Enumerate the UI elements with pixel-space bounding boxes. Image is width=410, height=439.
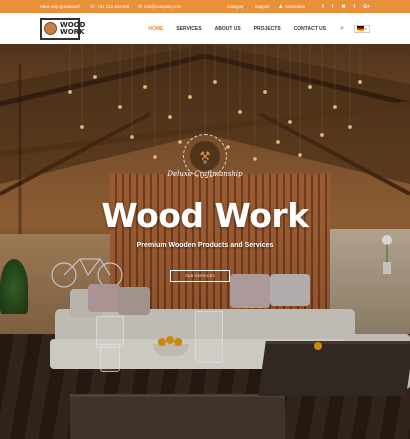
google-plus-icon[interactable]: G+ — [363, 4, 370, 10]
hero-title: Wood Work — [101, 196, 309, 235]
hammer-saw-icon: ⚒ — [190, 141, 220, 171]
facebook-icon[interactable]: f — [322, 4, 324, 10]
badge-title: Deluxe Craftmanship — [167, 170, 243, 178]
german-flag-icon — [357, 26, 365, 31]
twitter-icon[interactable]: t — [332, 4, 334, 10]
our-services-button[interactable]: OUR SERVICES — [170, 270, 230, 282]
chevron-down-icon: ▾ — [365, 26, 367, 31]
support-link[interactable]: Support — [255, 4, 270, 9]
tumblr-icon[interactable]: t — [354, 4, 356, 10]
logo-mark — [44, 22, 57, 35]
question-text: Have Any Questions? — [40, 4, 81, 9]
hero-banner: ⚒ Deluxe Craftmanship Wood Work Premium … — [0, 44, 410, 439]
logo-text: WOOD WORK — [60, 20, 86, 36]
nav-contact-us[interactable]: CONTACT US — [294, 26, 326, 32]
nav-about-us[interactable]: ABOUT US — [215, 26, 241, 32]
site-logo[interactable]: WOOD WORK — [40, 17, 85, 40]
hero-subtitle: Premium Wooden Products and Services — [136, 242, 274, 249]
language-select[interactable]: ▾ — [354, 24, 370, 33]
category-menu[interactable]: Category ▾ — [227, 4, 246, 9]
email-link[interactable]: ✉ info@company.com — [138, 4, 181, 10]
top-bar: Have Any Questions? ☏ +61 213 444 000 ✉ in… — [0, 0, 410, 13]
nav-projects[interactable]: PROJECTS — [254, 26, 281, 32]
xing-icon[interactable]: ✖ — [341, 4, 345, 10]
mail-icon: ✉ — [138, 3, 143, 10]
user-icon: ♟ — [278, 3, 283, 10]
phone-icon: ☏ — [89, 3, 96, 10]
site-header: WOOD WORK HOME SERVICES ABOUT US PROJECT… — [0, 13, 410, 44]
search-icon[interactable]: ⌕ — [340, 25, 344, 33]
phone-link[interactable]: ☏ +61 213 444 000 — [89, 4, 129, 10]
nav-home[interactable]: HOME — [148, 26, 163, 32]
user-link[interactable]: ♟ Accessites — [278, 4, 305, 10]
main-nav: HOME SERVICES ABOUT US PROJECTS CONTACT … — [135, 24, 370, 33]
nav-services[interactable]: SERVICES — [176, 26, 201, 32]
